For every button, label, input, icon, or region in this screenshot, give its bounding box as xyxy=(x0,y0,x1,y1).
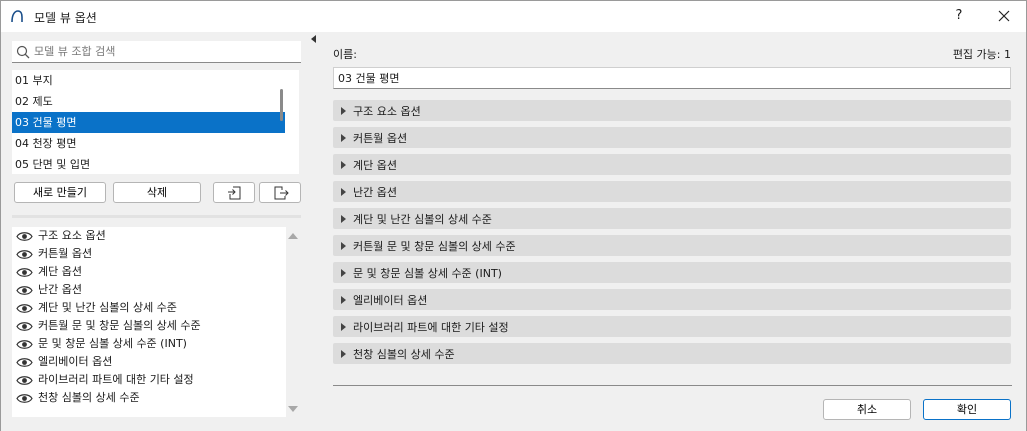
expand-arrow-icon xyxy=(341,350,346,358)
option-row[interactable]: 계단 옵션 xyxy=(12,263,282,281)
cancel-button[interactable]: 취소 xyxy=(823,399,911,420)
option-label: 문 및 창문 심볼 상세 수준 (INT) xyxy=(38,337,187,350)
expand-arrow-icon xyxy=(341,161,346,169)
import-icon xyxy=(228,186,241,200)
name-field[interactable] xyxy=(333,67,1011,89)
option-set-list: 구조 요소 옵션 커튼월 옵션 계단 옵션 난간 옵션 계단 및 난간 심볼의 … xyxy=(12,227,286,417)
expand-arrow-icon xyxy=(341,107,346,115)
option-label: 구조 요소 옵션 xyxy=(38,229,106,242)
option-row[interactable]: 계단 및 난간 심볼의 상세 수준 xyxy=(12,299,282,317)
section-curtain-wall-door-window-detail[interactable]: 커튼월 문 및 창문 심볼의 상세 수준 xyxy=(333,235,1011,256)
eye-icon[interactable] xyxy=(16,393,33,404)
section-label: 천창 심볼의 상세 수준 xyxy=(353,348,455,361)
option-row[interactable]: 커튼월 문 및 창문 심볼의 상세 수준 xyxy=(12,317,282,335)
option-label: 계단 및 난간 심볼의 상세 수준 xyxy=(38,301,177,314)
section-elevator-options[interactable]: 엘리베이터 옵션 xyxy=(333,289,1011,310)
list-scrollbar[interactable] xyxy=(280,89,283,121)
expand-arrow-icon xyxy=(341,134,346,142)
list-item-04[interactable]: 04 천장 평면 xyxy=(12,133,285,154)
eye-icon[interactable] xyxy=(16,339,33,350)
eye-icon[interactable] xyxy=(16,321,33,332)
option-row[interactable]: 구조 요소 옵션 xyxy=(12,227,282,245)
scroll-up-arrow-icon[interactable] xyxy=(288,233,298,239)
option-label: 엘리베이터 옵션 xyxy=(38,355,113,368)
model-view-options-dialog: 모델 뷰 옵션 ? 01 부지 02 제도 03 건물 평면 04 천장 평면 … xyxy=(0,0,1027,431)
eye-icon[interactable] xyxy=(16,357,33,368)
section-stair-railing-detail[interactable]: 계단 및 난간 심볼의 상세 수준 xyxy=(333,208,1011,229)
expand-arrow-icon xyxy=(341,215,346,223)
close-icon[interactable] xyxy=(991,4,1017,28)
left-panel: 01 부지 02 제도 03 건물 평면 04 천장 평면 05 단면 및 입면… xyxy=(1,32,310,431)
eye-icon[interactable] xyxy=(16,285,33,296)
option-label: 라이브러리 파트에 대한 기타 설정 xyxy=(38,373,194,386)
section-door-window-detail-int[interactable]: 문 및 창문 심볼 상세 수준 (INT) xyxy=(333,262,1011,283)
section-library-part-settings[interactable]: 라이브러리 파트에 대한 기타 설정 xyxy=(333,316,1011,337)
expand-arrow-icon xyxy=(341,242,346,250)
section-label: 커튼월 옵션 xyxy=(353,132,408,145)
eye-icon[interactable] xyxy=(16,303,33,314)
option-label: 커튼월 옵션 xyxy=(38,247,93,260)
section-label: 문 및 창문 심볼 상세 수준 (INT) xyxy=(353,267,502,280)
section-label: 커튼월 문 및 창문 심볼의 상세 수준 xyxy=(353,240,516,253)
search-icon xyxy=(16,45,30,59)
view-combination-list: 01 부지 02 제도 03 건물 평면 04 천장 평면 05 단면 및 입면 xyxy=(12,70,299,174)
edit-status: 편집 가능: 1 xyxy=(952,48,1011,61)
option-row[interactable]: 커튼월 옵션 xyxy=(12,245,282,263)
search-input[interactable] xyxy=(34,43,294,60)
collapse-arrow-icon[interactable] xyxy=(311,35,316,43)
expand-arrow-icon xyxy=(341,323,346,331)
section-label: 난간 옵션 xyxy=(353,186,397,199)
app-icon xyxy=(11,10,23,23)
export-button[interactable] xyxy=(259,182,301,203)
eye-icon[interactable] xyxy=(16,231,33,242)
name-label: 이름: xyxy=(333,48,357,61)
search-box[interactable] xyxy=(12,41,301,63)
eye-icon[interactable] xyxy=(16,375,33,386)
scroll-down-arrow-icon[interactable] xyxy=(288,406,298,412)
section-skylight-detail[interactable]: 천창 심볼의 상세 수준 xyxy=(333,343,1011,364)
list-item-05[interactable]: 05 단면 및 입면 xyxy=(12,154,285,174)
panel-splitter[interactable] xyxy=(310,32,320,431)
window-title: 모델 뷰 옵션 xyxy=(34,11,97,25)
eye-icon[interactable] xyxy=(16,249,33,260)
option-label: 천창 심볼의 상세 수준 xyxy=(38,391,140,404)
section-label: 계단 옵션 xyxy=(353,159,397,172)
section-curtain-wall-options[interactable]: 커튼월 옵션 xyxy=(333,127,1011,148)
section-label: 구조 요소 옵션 xyxy=(353,105,421,118)
section-railing-options[interactable]: 난간 옵션 xyxy=(333,181,1011,202)
panel-divider[interactable] xyxy=(12,215,301,218)
title-bar: 모델 뷰 옵션 ? xyxy=(1,1,1026,32)
delete-button[interactable]: 삭제 xyxy=(113,182,201,203)
list-item-01[interactable]: 01 부지 xyxy=(12,70,285,91)
option-row[interactable]: 엘리베이터 옵션 xyxy=(12,353,282,371)
list-item-03-selected[interactable]: 03 건물 평면 xyxy=(12,112,285,133)
option-row[interactable]: 천창 심볼의 상세 수준 xyxy=(12,389,282,407)
option-label: 계단 옵션 xyxy=(38,265,82,278)
ok-button[interactable]: 확인 xyxy=(923,399,1011,420)
section-label: 계단 및 난간 심볼의 상세 수준 xyxy=(353,213,492,226)
option-row[interactable]: 라이브러리 파트에 대한 기타 설정 xyxy=(12,371,282,389)
footer-divider xyxy=(333,385,1012,386)
section-stair-options[interactable]: 계단 옵션 xyxy=(333,154,1011,175)
option-row[interactable]: 난간 옵션 xyxy=(12,281,282,299)
expand-arrow-icon xyxy=(341,188,346,196)
option-label: 난간 옵션 xyxy=(38,283,82,296)
list-item-02[interactable]: 02 제도 xyxy=(12,91,285,112)
expand-arrow-icon xyxy=(341,296,346,304)
import-button[interactable] xyxy=(213,182,255,203)
help-button[interactable]: ? xyxy=(946,4,972,28)
right-panel: 이름: 편집 가능: 1 구조 요소 옵션 커튼월 옵션 계단 옵션 난간 옵션… xyxy=(320,32,1026,431)
eye-icon[interactable] xyxy=(16,267,33,278)
option-row[interactable]: 문 및 창문 심볼 상세 수준 (INT) xyxy=(12,335,282,353)
new-button[interactable]: 새로 만들기 xyxy=(14,182,106,203)
section-label: 라이브러리 파트에 대한 기타 설정 xyxy=(353,321,509,334)
option-label: 커튼월 문 및 창문 심볼의 상세 수준 xyxy=(38,319,201,332)
export-icon xyxy=(274,186,289,200)
section-label: 엘리베이터 옵션 xyxy=(353,294,428,307)
section-structural-options[interactable]: 구조 요소 옵션 xyxy=(333,100,1011,121)
expand-arrow-icon xyxy=(341,269,346,277)
